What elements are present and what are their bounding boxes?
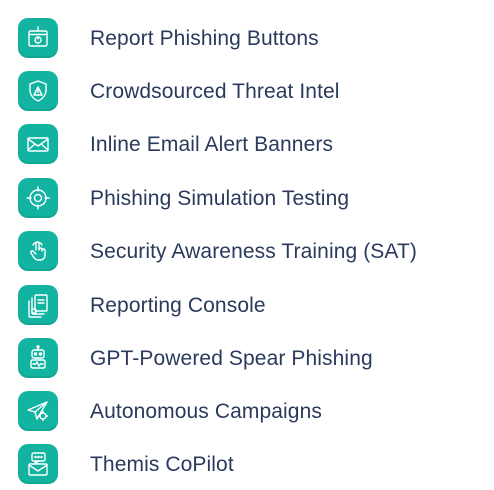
feature-label: Inline Email Alert Banners: [90, 133, 334, 156]
feature-label: Autonomous Campaigns: [90, 400, 322, 423]
feature-item-inline-email-alert-banners[interactable]: Inline Email Alert Banners: [0, 124, 494, 164]
feature-item-themis-copilot[interactable]: Themis CoPilot: [0, 444, 494, 484]
target-icon: [18, 178, 58, 218]
report-button-icon: [18, 18, 58, 58]
feature-label: Report Phishing Buttons: [90, 27, 319, 50]
feature-item-security-awareness-training[interactable]: Security Awareness Training (SAT): [0, 231, 494, 271]
shield-alert-icon: [18, 71, 58, 111]
feature-label: Phishing Simulation Testing: [90, 187, 350, 210]
chat-envelope-icon: [18, 444, 58, 484]
feature-label: Security Awareness Training (SAT): [90, 240, 417, 263]
paper-plane-gear-icon: [18, 391, 58, 431]
feature-label: Reporting Console: [90, 294, 266, 317]
feature-label: GPT-Powered Spear Phishing: [90, 347, 373, 370]
feature-item-report-phishing-buttons[interactable]: Report Phishing Buttons: [0, 18, 494, 58]
pointer-hand-icon: [18, 231, 58, 271]
envelope-icon: [18, 124, 58, 164]
feature-label: Crowdsourced Threat Intel: [90, 80, 340, 103]
feature-label: Themis CoPilot: [90, 453, 234, 476]
feature-item-gpt-powered-spear-phishing[interactable]: GPT-Powered Spear Phishing: [0, 338, 494, 378]
feature-item-phishing-simulation-testing[interactable]: Phishing Simulation Testing: [0, 178, 494, 218]
document-stack-icon: [18, 285, 58, 325]
feature-item-reporting-console[interactable]: Reporting Console: [0, 285, 494, 325]
robot-icon: [18, 338, 58, 378]
feature-list: Report Phishing Buttons Crowdsourced Thr…: [0, 0, 494, 490]
feature-item-crowdsourced-threat-intel[interactable]: Crowdsourced Threat Intel: [0, 71, 494, 111]
feature-item-autonomous-campaigns[interactable]: Autonomous Campaigns: [0, 391, 494, 431]
